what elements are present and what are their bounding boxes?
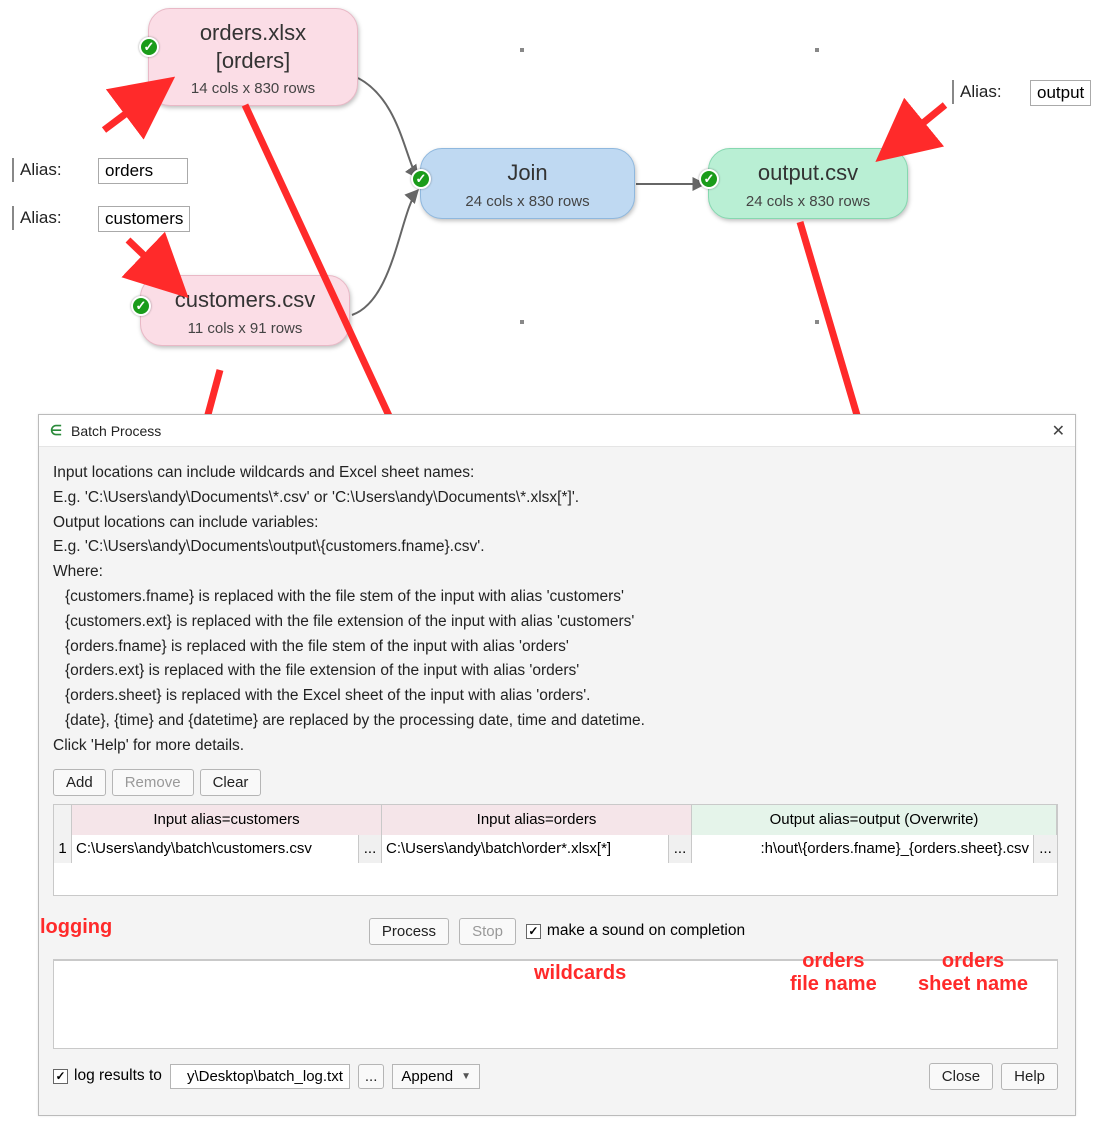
log-path-field[interactable]: y\Desktop\batch_log.txt <box>170 1064 350 1089</box>
alias-label: Alias: <box>20 160 62 180</box>
help-button[interactable]: Help <box>1001 1063 1058 1090</box>
grid-corner <box>54 805 72 835</box>
alias-field-output[interactable]: output <box>1030 80 1091 106</box>
grid-header[interactable]: Input alias=orders <box>382 805 692 835</box>
batch-grid[interactable]: Input alias=customers Input alias=orders… <box>53 804 1058 896</box>
remove-button[interactable]: Remove <box>112 769 194 796</box>
close-button[interactable]: Close <box>929 1063 993 1090</box>
table-row[interactable]: 1 C:\Users\andy\batch\customers.csv ... … <box>54 835 1057 863</box>
browse-button[interactable]: ... <box>358 1064 385 1089</box>
sound-checkbox[interactable]: make a sound on completion <box>526 922 745 940</box>
add-button[interactable]: Add <box>53 769 106 796</box>
node-subtitle: 24 cols x 830 rows <box>439 193 616 210</box>
app-icon: ∈ <box>47 422 65 440</box>
checkbox-icon <box>53 1069 68 1084</box>
stop-button[interactable]: Stop <box>459 918 516 945</box>
clear-button[interactable]: Clear <box>200 769 262 796</box>
browse-button[interactable]: ... <box>669 835 692 863</box>
node-subtitle: 14 cols x 830 rows <box>167 80 339 97</box>
log-checkbox[interactable]: log results to <box>53 1067 162 1085</box>
help-text: Input locations can include wildcards an… <box>53 461 1061 759</box>
process-button[interactable]: Process <box>369 918 449 945</box>
chevron-down-icon: ▼ <box>461 1071 471 1082</box>
row-number: 1 <box>54 835 72 863</box>
close-icon[interactable]: ✕ <box>1052 421 1065 441</box>
cell-output-path[interactable]: :h\out\{orders.fname}_{orders.sheet}.csv <box>692 835 1034 863</box>
alias-field-customers[interactable]: customers <box>98 206 190 232</box>
grid-header[interactable]: Output alias=output (Overwrite) <box>692 805 1057 835</box>
check-icon: ✓ <box>411 169 431 189</box>
log-area[interactable] <box>53 959 1058 1049</box>
append-select[interactable]: Append ▼ <box>392 1064 480 1089</box>
alias-label: Alias: <box>960 82 1002 102</box>
node-title: output.csv <box>727 159 889 187</box>
node-title: orders.xlsx[orders] <box>167 19 339 74</box>
node-join[interactable]: Join 24 cols x 830 rows ✓ <box>420 148 635 219</box>
checkbox-icon <box>526 924 541 939</box>
cell-orders-path[interactable]: C:\Users\andy\batch\order*.xlsx[*] <box>382 835 669 863</box>
node-orders[interactable]: orders.xlsx[orders] 14 cols x 830 rows ✓ <box>148 8 358 106</box>
dialog-title: Batch Process <box>71 423 161 439</box>
log-label: log results to <box>74 1067 162 1085</box>
cell-customers-path[interactable]: C:\Users\andy\batch\customers.csv <box>72 835 359 863</box>
check-icon: ✓ <box>131 296 151 316</box>
check-icon: ✓ <box>139 37 159 57</box>
sound-label: make a sound on completion <box>547 922 745 940</box>
browse-button[interactable]: ... <box>359 835 382 863</box>
node-subtitle: 11 cols x 91 rows <box>159 320 331 337</box>
check-icon: ✓ <box>699 169 719 189</box>
node-title: customers.csv <box>159 286 331 314</box>
node-output[interactable]: output.csv 24 cols x 830 rows ✓ <box>708 148 908 219</box>
node-customers[interactable]: customers.csv 11 cols x 91 rows ✓ <box>140 275 350 346</box>
dialog-titlebar[interactable]: ∈ Batch Process ✕ <box>39 415 1075 447</box>
alias-field-orders[interactable]: orders <box>98 158 188 184</box>
batch-process-dialog: ∈ Batch Process ✕ Input locations can in… <box>38 414 1076 1116</box>
node-title: Join <box>439 159 616 187</box>
grid-header[interactable]: Input alias=customers <box>72 805 382 835</box>
alias-label: Alias: <box>20 208 62 228</box>
node-subtitle: 24 cols x 830 rows <box>727 193 889 210</box>
browse-button[interactable]: ... <box>1034 835 1057 863</box>
